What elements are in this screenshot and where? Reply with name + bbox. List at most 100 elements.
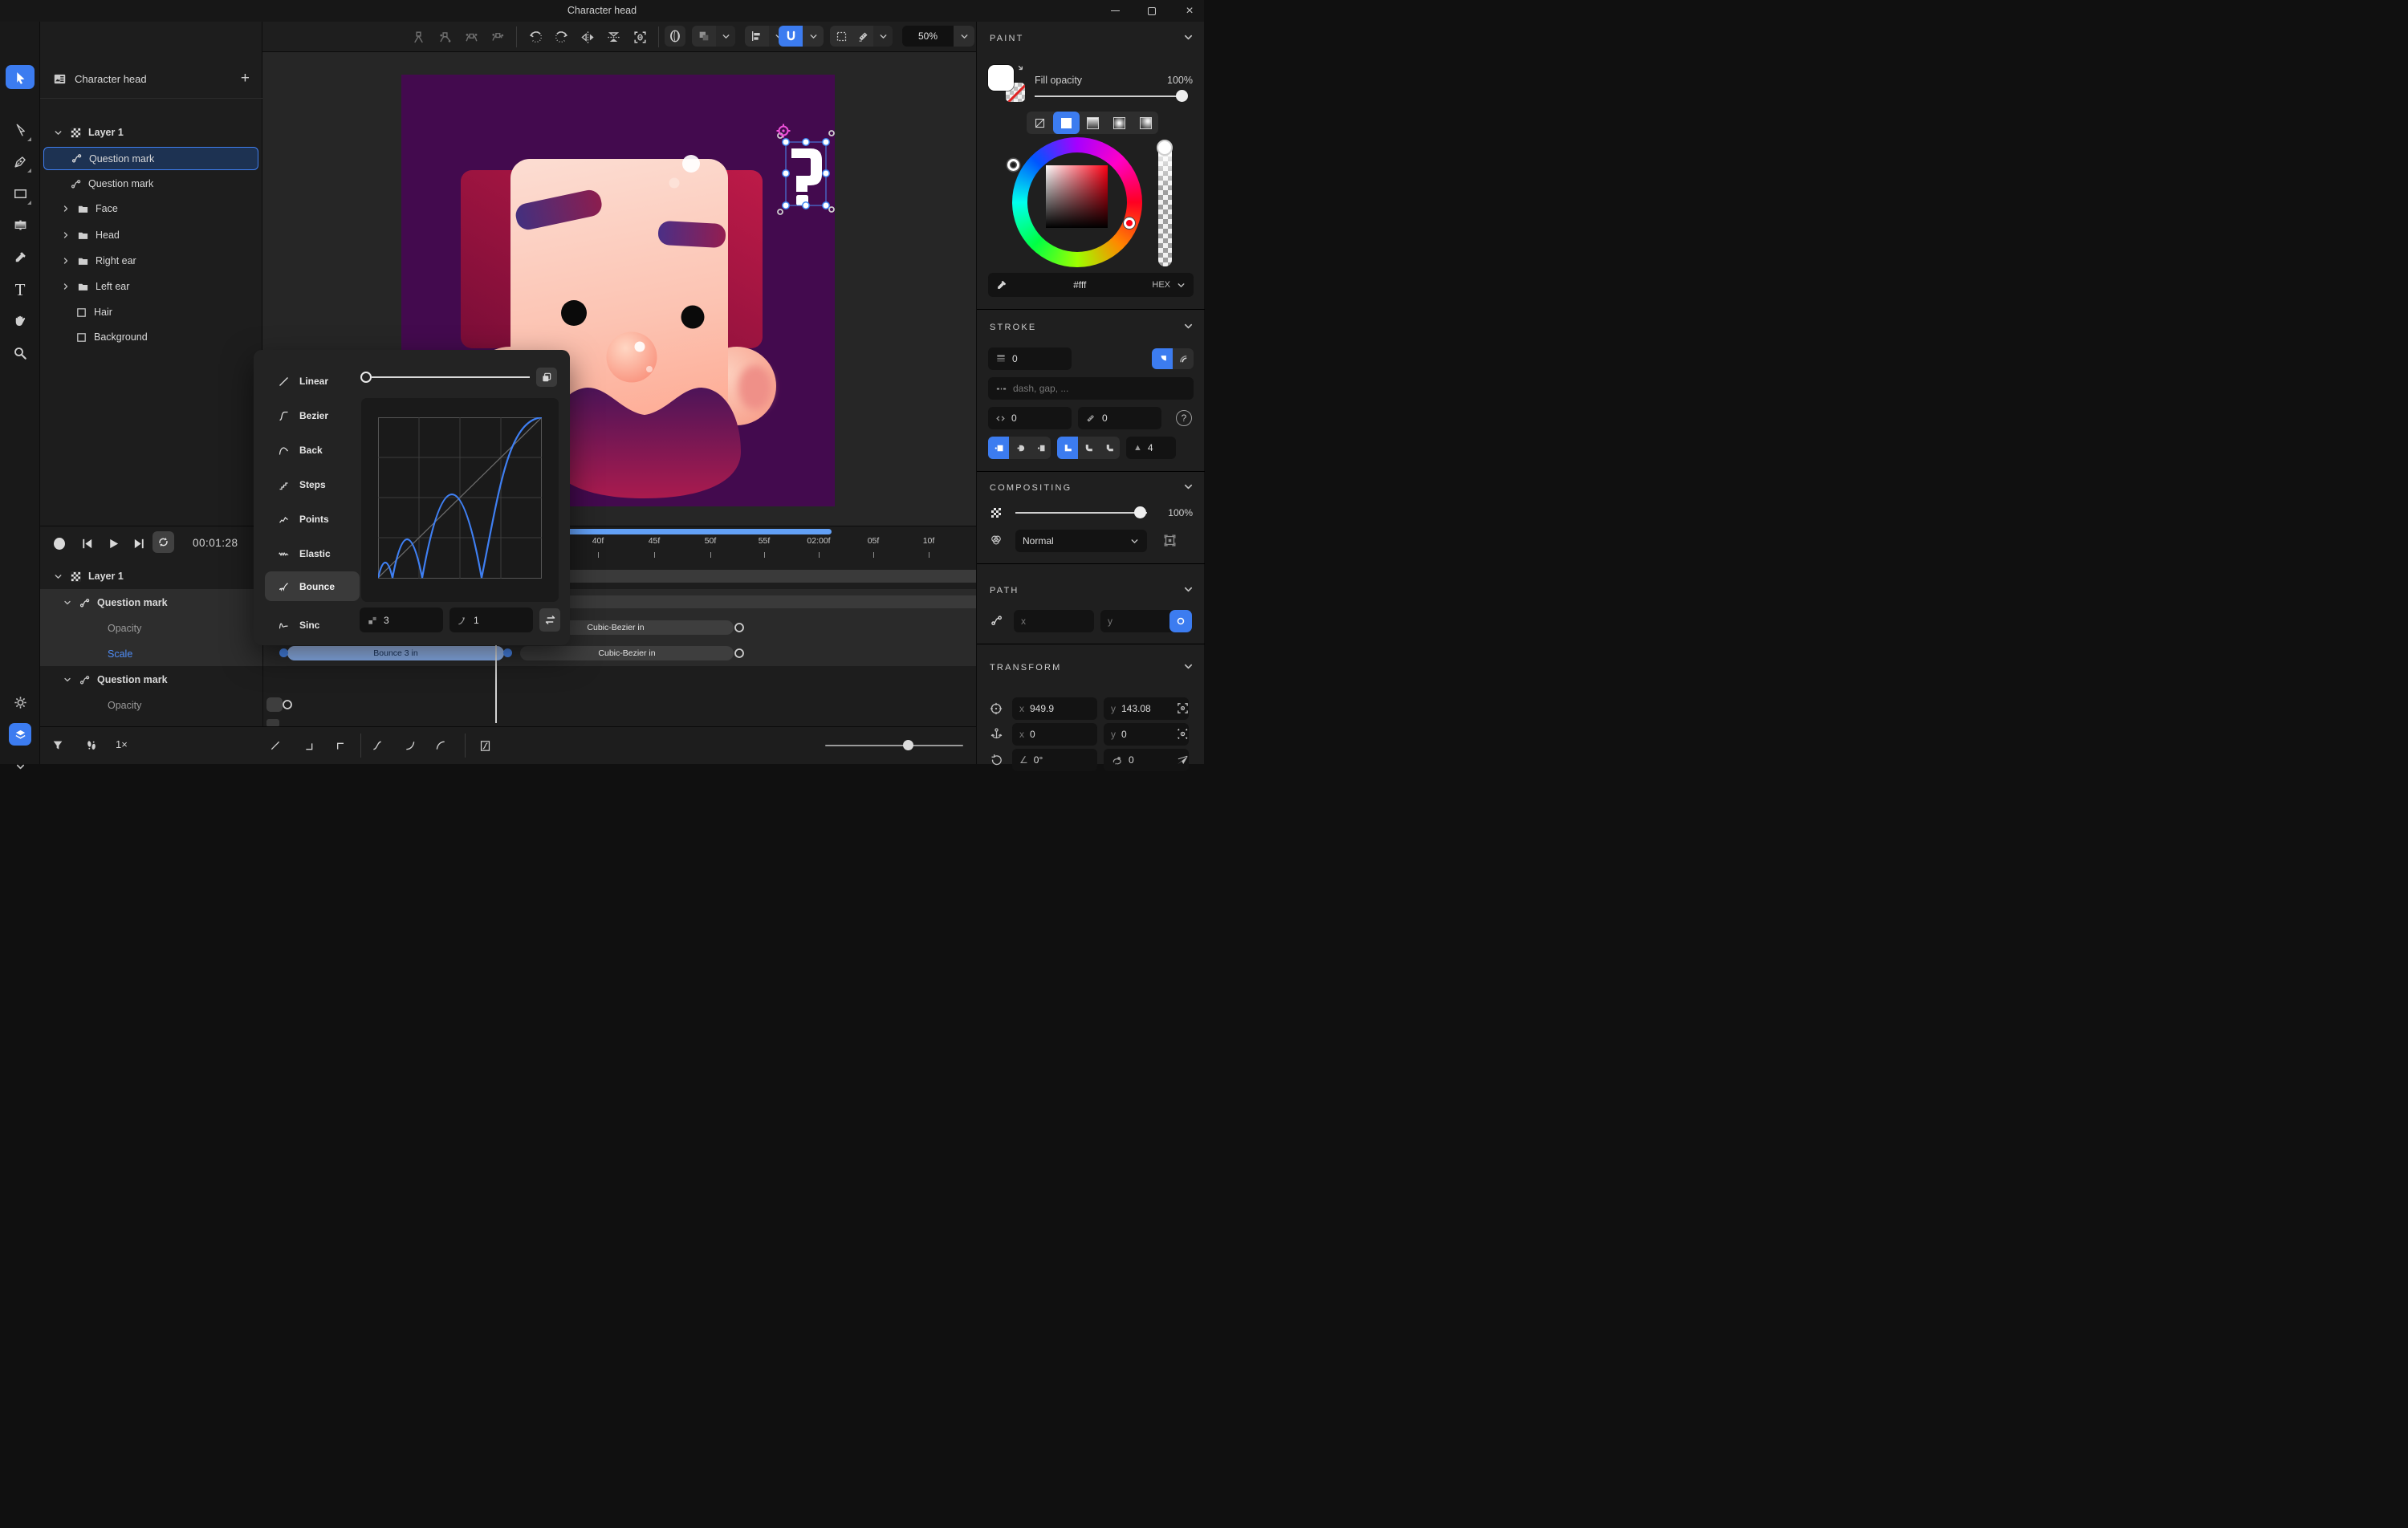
layer-row-head[interactable]: Head [40,223,262,247]
easing-mix-knob[interactable] [360,372,372,383]
focus-selection-button[interactable] [630,27,649,47]
clip-opacity-2[interactable] [266,697,283,712]
position-x-field[interactable]: x 949.9 [1012,697,1097,720]
path-y-field[interactable]: y [1100,610,1181,632]
keyframe-opacity2-end[interactable] [281,698,294,711]
cap-round-button[interactable] [1009,437,1030,459]
hex-mode-dropdown-icon[interactable] [1176,280,1186,291]
paint-collapse-icon[interactable] [1182,31,1194,43]
anchor-smooth-tool[interactable] [435,27,454,47]
ease-linear-button[interactable] [266,736,285,755]
alpha-slider[interactable] [1158,142,1172,266]
select-measure-button[interactable] [830,26,893,47]
anchor-disconnected-tool[interactable] [487,27,506,47]
anchor-corner-tool[interactable] [409,27,428,47]
easing-item-bounce-selected[interactable]: Bounce [265,571,360,601]
auto-orient-button[interactable] [1176,753,1190,766]
paint-none-button[interactable] [1027,112,1053,134]
path-x-field[interactable]: x [1014,610,1094,632]
keyframe-scale-mid[interactable] [503,648,512,657]
stroke-align-outside-button[interactable] [1173,348,1194,369]
transform-collapse-icon[interactable] [1182,660,1194,673]
stroke-width-field[interactable]: 0 [988,347,1072,370]
ease-hold-start-button[interactable] [331,736,350,755]
select-measure-dropdown[interactable] [873,26,893,47]
hue-knob[interactable] [1124,217,1135,229]
track-row-question-mark[interactable]: Question mark [40,591,262,615]
stroke-header[interactable]: STROKE [990,323,1036,332]
flip-vertical-button[interactable] [604,27,623,47]
miter-limit-field[interactable]: ▲ 4 [1126,437,1176,459]
layer-row-left-ear[interactable]: Left ear [40,274,262,299]
layer-row-question-mark[interactable]: Question mark [40,172,262,196]
easing-item-linear[interactable]: Linear [265,369,360,393]
hex-field[interactable]: #fff HEX [988,273,1194,297]
go-to-start-button[interactable] [77,534,96,553]
swap-fill-stroke-icon[interactable] [1014,63,1027,75]
layer-row-question-mark-selected[interactable]: Question mark [43,147,258,170]
amplitude-field[interactable]: 1 [449,608,533,632]
ease-in-button[interactable] [401,736,420,755]
playhead[interactable] [495,640,497,723]
path-collapse-icon[interactable] [1182,583,1194,595]
join-miter-button[interactable] [1057,437,1078,459]
gradient-tool[interactable] [10,215,30,234]
compositing-collapse-icon[interactable] [1182,481,1194,493]
filter-button[interactable] [48,736,67,755]
select-tool[interactable] [6,65,35,89]
easing-item-elastic[interactable]: Elastic [265,542,360,566]
go-to-end-button[interactable] [129,534,148,553]
matte-button[interactable] [1163,534,1177,547]
direct-select-tool[interactable] [10,120,30,140]
rectangle-tool[interactable] [10,184,30,203]
rotate-cw-button[interactable] [551,27,571,47]
motion-trail-button[interactable] [82,736,101,755]
anchor-symmetric-tool[interactable] [462,27,481,47]
layer-opacity-slider[interactable] [1015,512,1147,514]
layer-row-background[interactable]: Background [40,325,262,349]
playback-rate[interactable]: 1× [116,738,128,750]
blend-mode-dropdown[interactable]: Normal [1015,530,1147,552]
track-row-opacity-2[interactable]: Opacity [40,693,262,717]
mask-mode-button[interactable] [665,26,685,47]
join-bevel-button[interactable] [1099,437,1120,459]
cap-square-button[interactable] [1030,437,1051,459]
maximize-button[interactable] [1140,0,1164,22]
text-tool[interactable]: T [10,280,30,299]
layer-opacity-knob[interactable] [1134,506,1146,518]
zoom-control[interactable]: 50% [902,26,974,47]
center-anchor-button[interactable] [1176,727,1190,741]
layer-row-face[interactable]: Face [40,197,262,221]
rail-collapse-button[interactable] [10,757,30,776]
taper-field[interactable]: 0 [1078,407,1161,429]
ease-hold-end-button[interactable] [300,736,319,755]
swap-ease-direction-button[interactable] [539,608,560,632]
alpha-knob[interactable] [1157,140,1173,156]
paint-angular-gradient-button[interactable] [1133,112,1158,134]
fill-swatch[interactable] [988,65,1014,91]
easing-item-points[interactable]: Points [265,507,360,531]
timeline-zoom-knob[interactable] [903,740,913,750]
clip-cubic-bezier-scale[interactable]: Cubic-Bezier in [520,646,734,660]
snapping-dropdown[interactable] [803,26,824,47]
keyframe-scale-end[interactable] [733,647,746,660]
loop-button[interactable] [153,531,174,553]
stroke-collapse-icon[interactable] [1182,320,1194,332]
paint-linear-gradient-button[interactable] [1080,112,1106,134]
zoom-tool[interactable] [10,343,30,363]
saturation-square[interactable] [1046,165,1108,228]
timeline-zoom-slider[interactable] [825,745,963,746]
easing-item-back[interactable]: Back [265,438,360,462]
custom-ease-button[interactable] [475,736,494,755]
track-row-layer1[interactable]: Layer 1 [40,564,262,588]
stroke-align-inside-button[interactable] [1152,348,1173,369]
join-round-button[interactable] [1078,437,1099,459]
easing-item-bezier[interactable]: Bezier [265,404,360,428]
easing-graph[interactable] [378,417,542,579]
easing-item-steps[interactable]: Steps [265,473,360,497]
paint-header[interactable]: PAINT [990,34,1024,43]
path-header[interactable]: PATH [990,586,1019,595]
saturation-knob[interactable] [1007,159,1019,171]
scene-tab[interactable]: Character head + [40,62,262,96]
close-button[interactable]: × [1177,0,1202,22]
